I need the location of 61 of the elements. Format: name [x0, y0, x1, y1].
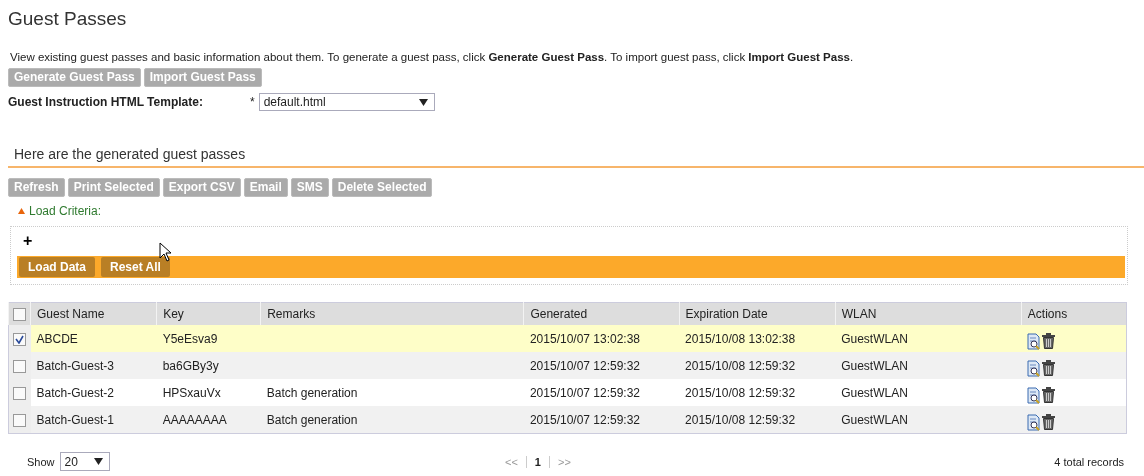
table-cell: Batch-Guest-3 [36, 358, 114, 373]
row-checkbox[interactable] [13, 359, 26, 373]
view-document-icon[interactable] [1027, 413, 1042, 431]
table-cell: 2015/10/07 12:59:32 [529, 358, 641, 373]
trash-icon[interactable] [1042, 387, 1056, 403]
table-cell: Batch-Guest-1 [36, 412, 114, 427]
column-header[interactable]: Key [156, 302, 261, 325]
section-title: Here are the generated guest passes [8, 146, 1144, 168]
row-checkbox[interactable] [13, 332, 26, 346]
row-checkbox[interactable] [13, 413, 26, 427]
add-criteria-button[interactable]: + [11, 227, 33, 251]
table-cell: GuestWLAN [841, 385, 908, 400]
column-header[interactable]: Remarks [260, 302, 524, 325]
table-cell: GuestWLAN [841, 412, 908, 427]
table-cell: ABCDE [36, 331, 78, 346]
column-header[interactable]: WLAN [835, 302, 1022, 325]
column-header[interactable]: Expiration Date [679, 302, 836, 325]
trash-icon[interactable] [1042, 333, 1056, 349]
dropdown-arrow-icon [93, 458, 103, 465]
trash-icon[interactable] [1042, 360, 1056, 376]
table-cell: 2015/10/08 12:59:32 [685, 385, 796, 400]
column-header[interactable]: Actions [1021, 302, 1127, 325]
view-document-icon[interactable] [1027, 386, 1042, 404]
view-document-icon[interactable] [1027, 332, 1042, 350]
total-records: 4 total records [1054, 455, 1124, 468]
view-document-icon[interactable] [1027, 359, 1042, 377]
table-cell: GuestWLAN [841, 358, 908, 373]
load-criteria-toggle[interactable]: Load Criteria: [18, 204, 1144, 218]
template-dropdown[interactable]: default.html [258, 93, 435, 111]
page-title: Guest Passes [8, 7, 128, 31]
column-header[interactable]: Generated [523, 302, 680, 325]
select-all-checkbox[interactable] [13, 308, 26, 322]
table-row[interactable]: ABCDE Y5eEsva9 2015/10/07 13:02:38 2015/10/08 13:02:38 GuestWLAN [8, 325, 1127, 352]
required-mark: * [250, 95, 255, 109]
table-cell: 2015/10/07 12:59:32 [529, 385, 641, 400]
trash-icon[interactable] [1042, 414, 1056, 430]
table-cell: AAAAAAAA [162, 412, 227, 427]
template-label: Guest Instruction HTML Template: [8, 95, 204, 109]
table-row[interactable]: Batch-Guest-3 ba6GBy3y 2015/10/07 12:59:32 2015/10/08 12:59:32 GuestWLAN [8, 352, 1127, 379]
table-cell: 2015/10/07 12:59:32 [529, 412, 641, 427]
table-cell: ba6GBy3y [162, 358, 219, 373]
show-label: Show [27, 455, 55, 468]
table-row[interactable]: Batch-Guest-1 AAAAAAAA Batch generation 2015/10/07 12:59:32 2015/10/08 12:59:32 GuestWLAN [8, 406, 1127, 434]
table-cell: 2015/10/07 13:02:38 [529, 331, 641, 346]
table-cell: 2015/10/08 13:02:38 [685, 331, 796, 346]
table-cell: 2015/10/08 12:59:32 [685, 412, 796, 427]
table-cell: Y5eEsva9 [162, 331, 218, 346]
table-cell: Batch generation [266, 412, 358, 427]
table-cell: Batch-Guest-2 [36, 385, 114, 400]
table-cell: GuestWLAN [841, 331, 908, 346]
mouse-cursor-icon [159, 242, 172, 262]
table-cell: Batch generation [266, 385, 358, 400]
dropdown-arrow-icon [418, 98, 428, 106]
row-checkbox[interactable] [13, 386, 26, 400]
current-page[interactable]: 1 [534, 455, 541, 468]
triangle-icon [18, 208, 25, 214]
description-text: View existing guest passes and basic information about them. To generate a guest pass, click Generate Guest Pass. To import guest pass, click Import Guest Pass. [10, 51, 855, 63]
page-size-dropdown[interactable]: 20 [59, 452, 110, 471]
table-cell: 2015/10/08 12:59:32 [685, 358, 796, 373]
table-cell: HPSxauVx [162, 385, 221, 400]
column-header[interactable]: Guest Name [30, 302, 157, 325]
